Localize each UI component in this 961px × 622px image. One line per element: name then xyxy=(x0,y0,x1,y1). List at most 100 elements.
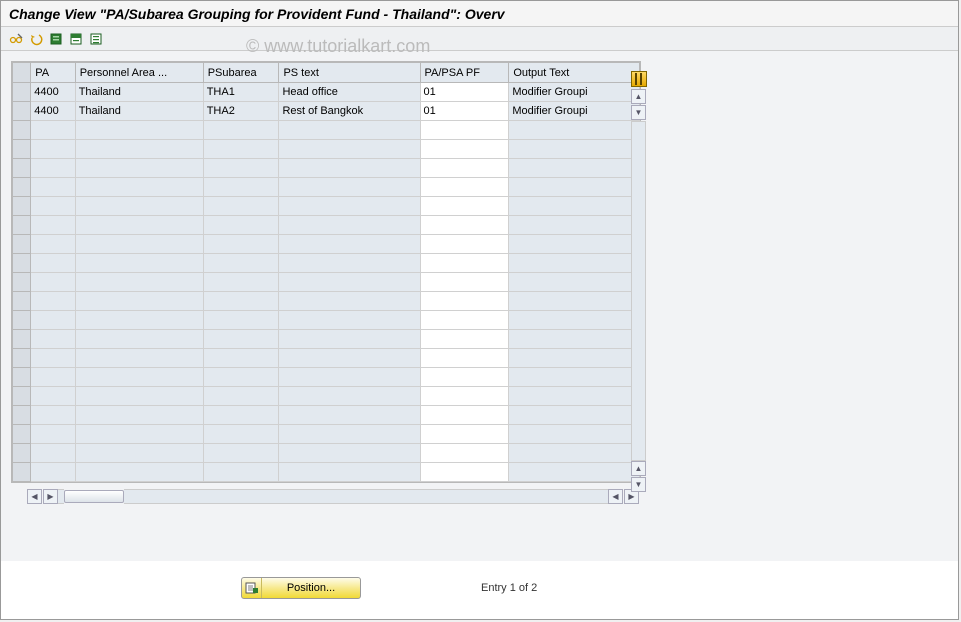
vscroll-up-button[interactable]: ▼ xyxy=(631,105,646,120)
row-selector-cell[interactable] xyxy=(13,292,31,311)
table-row xyxy=(13,159,640,178)
row-selector-header[interactable] xyxy=(13,63,31,83)
cell-pstext xyxy=(279,387,420,406)
cell-pa xyxy=(31,425,75,444)
row-selector-cell[interactable] xyxy=(13,463,31,482)
cell-papsa[interactable] xyxy=(420,330,509,349)
vscroll-track[interactable] xyxy=(631,121,646,461)
cell-papsa[interactable] xyxy=(420,444,509,463)
cell-patext: Thailand xyxy=(75,83,203,102)
deselect-all-icon xyxy=(89,32,103,46)
cell-papsa[interactable] xyxy=(420,292,509,311)
row-selector-cell[interactable] xyxy=(13,330,31,349)
cell-psubarea xyxy=(203,235,279,254)
hscroll-left-button[interactable]: ▶ xyxy=(43,489,58,504)
row-selector-cell[interactable] xyxy=(13,216,31,235)
position-button[interactable]: Position... xyxy=(241,577,361,599)
column-header-personnel-area[interactable]: Personnel Area ... xyxy=(75,63,203,83)
column-header-pa-psa-pf[interactable]: PA/PSA PF xyxy=(420,63,509,83)
row-selector-cell[interactable] xyxy=(13,368,31,387)
content-area: PA Personnel Area ... PSubarea PS text P… xyxy=(1,51,958,561)
cell-pstext xyxy=(279,349,420,368)
table-row xyxy=(13,121,640,140)
cell-papsa[interactable] xyxy=(420,406,509,425)
hscroll-first-button[interactable]: ◀ xyxy=(27,489,42,504)
row-selector-cell[interactable] xyxy=(13,235,31,254)
row-selector-cell[interactable] xyxy=(13,387,31,406)
column-header-output-text[interactable]: Output Text xyxy=(509,63,640,83)
cell-pstext: Rest of Bangkok xyxy=(279,102,420,121)
hscroll-track-right[interactable] xyxy=(124,489,608,504)
toggle-display-change-button[interactable] xyxy=(7,30,25,48)
column-header-pstext[interactable]: PS text xyxy=(279,63,420,83)
cell-papsa[interactable] xyxy=(420,121,509,140)
cell-output xyxy=(509,254,640,273)
row-selector-cell[interactable] xyxy=(13,102,31,121)
cell-patext xyxy=(75,273,203,292)
cell-papsa[interactable] xyxy=(420,463,509,482)
vscroll-first-button[interactable]: ▲ xyxy=(631,89,646,104)
cell-papsa[interactable] xyxy=(420,425,509,444)
hscroll-thumb[interactable] xyxy=(64,490,124,503)
row-selector-cell[interactable] xyxy=(13,197,31,216)
cell-patext xyxy=(75,444,203,463)
vscroll-last-button[interactable]: ▼ xyxy=(631,477,646,492)
undo-button[interactable] xyxy=(27,30,45,48)
row-selector-cell[interactable] xyxy=(13,444,31,463)
cell-output xyxy=(509,197,640,216)
cell-papsa[interactable]: 01 xyxy=(420,102,509,121)
cell-papsa[interactable]: 01 xyxy=(420,83,509,102)
column-header-pa[interactable]: PA xyxy=(31,63,75,83)
row-selector-cell[interactable] xyxy=(13,311,31,330)
horizontal-scrollbar: ◀ ▶ ◀ ▶ xyxy=(11,487,639,505)
cell-papsa[interactable] xyxy=(420,159,509,178)
table-settings-button[interactable] xyxy=(631,71,647,87)
cell-output: Modifier Groupi xyxy=(509,102,640,121)
cell-pa xyxy=(31,311,75,330)
row-selector-cell[interactable] xyxy=(13,83,31,102)
row-selector-cell[interactable] xyxy=(13,273,31,292)
cell-papsa[interactable] xyxy=(420,216,509,235)
cell-papsa[interactable] xyxy=(420,197,509,216)
cell-patext xyxy=(75,368,203,387)
cell-papsa[interactable] xyxy=(420,235,509,254)
column-header-psubarea[interactable]: PSubarea xyxy=(203,63,279,83)
cell-papsa[interactable] xyxy=(420,349,509,368)
cell-psubarea xyxy=(203,444,279,463)
cell-papsa[interactable] xyxy=(420,273,509,292)
position-icon xyxy=(242,578,262,598)
select-all-button[interactable] xyxy=(47,30,65,48)
cell-papsa[interactable] xyxy=(420,140,509,159)
cell-papsa[interactable] xyxy=(420,311,509,330)
cell-psubarea xyxy=(203,406,279,425)
vscroll-down-button[interactable]: ▲ xyxy=(631,461,646,476)
row-selector-cell[interactable] xyxy=(13,178,31,197)
table-row xyxy=(13,254,640,273)
row-selector-cell[interactable] xyxy=(13,425,31,444)
cell-pa xyxy=(31,197,75,216)
row-selector-cell[interactable] xyxy=(13,254,31,273)
cell-papsa[interactable] xyxy=(420,387,509,406)
cell-pstext xyxy=(279,368,420,387)
vertical-scroll-area: ▲ ▼ ▲ ▼ xyxy=(621,71,661,509)
cell-output xyxy=(509,349,640,368)
row-selector-cell[interactable] xyxy=(13,159,31,178)
cell-output xyxy=(509,216,640,235)
cell-papsa[interactable] xyxy=(420,368,509,387)
cell-pa xyxy=(31,216,75,235)
cell-papsa[interactable] xyxy=(420,254,509,273)
cell-papsa[interactable] xyxy=(420,178,509,197)
cell-output xyxy=(509,406,640,425)
row-selector-cell[interactable] xyxy=(13,140,31,159)
table-row xyxy=(13,292,640,311)
row-selector-cell[interactable] xyxy=(13,349,31,368)
cell-patext xyxy=(75,254,203,273)
cell-output xyxy=(509,292,640,311)
select-block-button[interactable] xyxy=(67,30,85,48)
row-selector-cell[interactable] xyxy=(13,406,31,425)
deselect-all-button[interactable] xyxy=(87,30,105,48)
row-selector-cell[interactable] xyxy=(13,121,31,140)
table-row xyxy=(13,273,640,292)
cell-pa xyxy=(31,292,75,311)
cell-output xyxy=(509,425,640,444)
